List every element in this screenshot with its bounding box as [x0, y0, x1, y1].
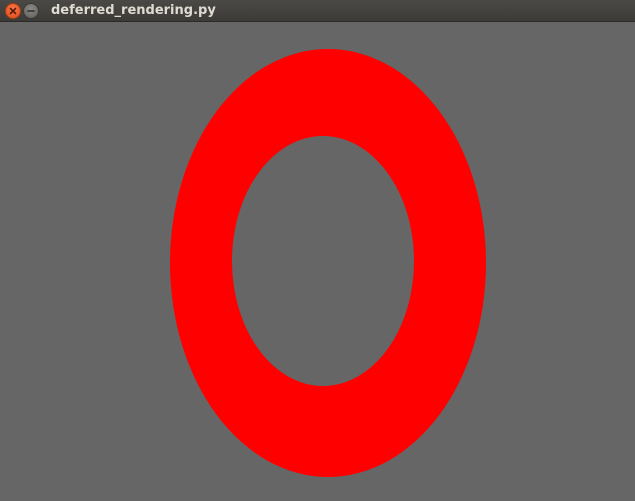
window-title: deferred_rendering.py — [51, 3, 216, 18]
minimize-button[interactable] — [23, 3, 39, 19]
ring-drawing — [0, 22, 635, 501]
minimize-icon — [27, 10, 35, 12]
title-bar[interactable]: deferred_rendering.py — [0, 0, 635, 22]
close-button[interactable] — [5, 3, 21, 19]
render-canvas — [0, 22, 635, 501]
close-icon — [9, 7, 17, 15]
app-window: deferred_rendering.py — [0, 0, 635, 501]
